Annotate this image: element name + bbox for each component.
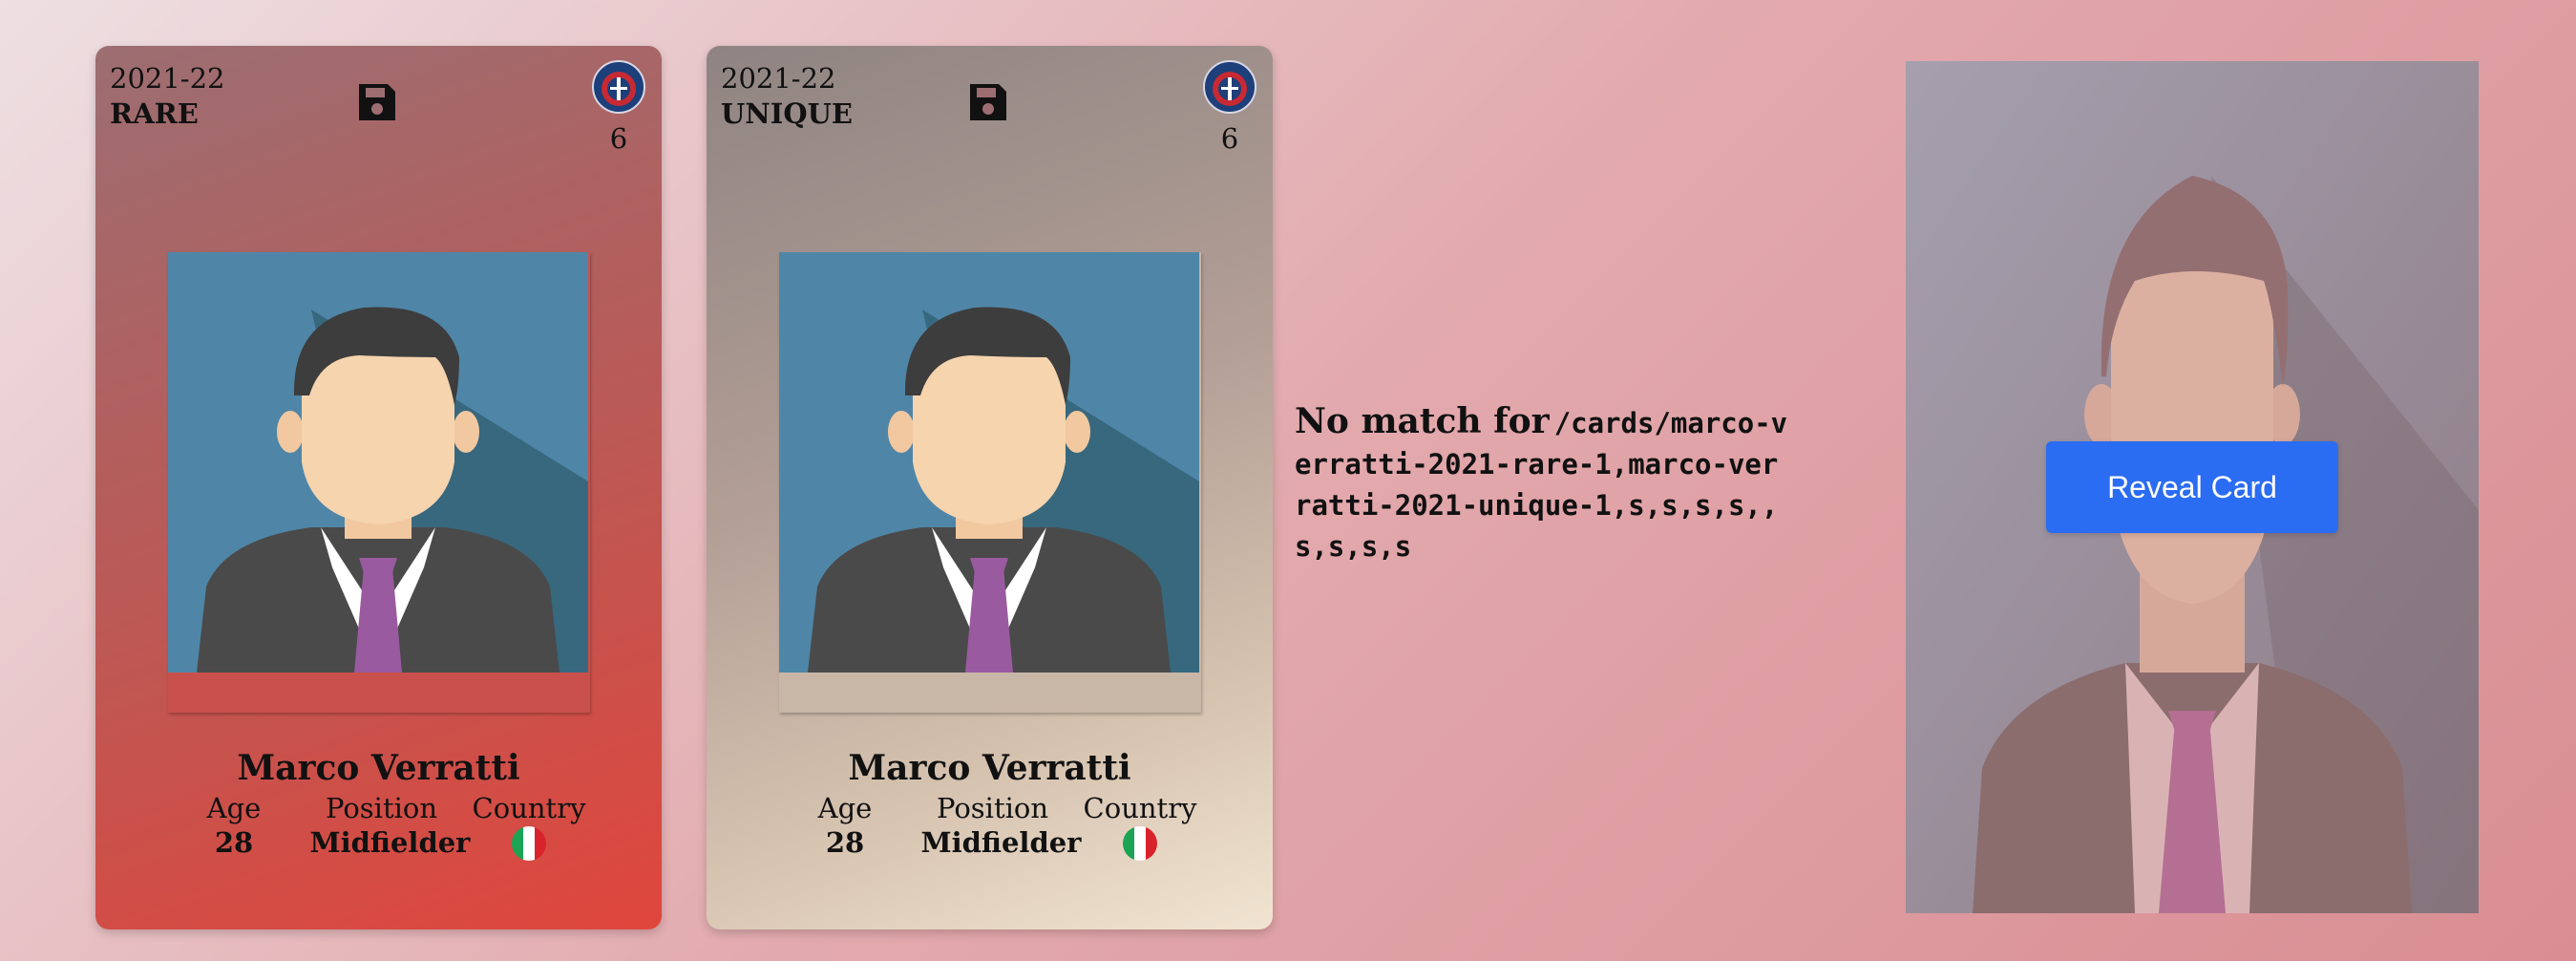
mystery-card[interactable]: Reveal Card: [1906, 61, 2479, 913]
stat-position: Position Midfielder: [920, 792, 1082, 867]
player-photo: [168, 252, 590, 713]
stat-age: Age 28: [773, 792, 917, 867]
stat-country: Country: [1068, 792, 1212, 867]
player-stats: Age 28 Position Midfielder Country: [162, 792, 601, 867]
card-number: 6: [609, 122, 628, 155]
card-number: 6: [1220, 122, 1239, 155]
floppy-disk-icon[interactable]: [966, 80, 1010, 124]
stat-age-label: Age: [817, 792, 873, 824]
player-photo: [779, 252, 1201, 713]
stat-position-value: Midfielder: [920, 826, 1082, 859]
stat-age-value: 28: [825, 826, 865, 859]
italy-flag-icon: [1123, 826, 1157, 861]
player-card-rare[interactable]: 2021-22 RARE 6 Marco Verratti Age 28 Pos…: [95, 46, 662, 929]
player-avatar-icon: [779, 252, 1199, 673]
player-card-unique[interactable]: 2021-22 UNIQUE 6 Marco Verratti Age 28 P…: [707, 46, 1273, 929]
player-avatar-icon: [168, 252, 588, 673]
card-rarity: UNIQUE: [721, 97, 854, 130]
stat-country-label: Country: [1083, 792, 1197, 824]
stat-position-label: Position: [325, 792, 438, 824]
stat-position-value: Midfielder: [309, 826, 471, 859]
card-season: 2021-22: [110, 62, 225, 95]
stat-age-value: 28: [214, 826, 254, 859]
no-match-lead: No match for: [1295, 401, 1550, 441]
player-name: Marco Verratti: [848, 748, 1131, 788]
stat-age: Age 28: [162, 792, 306, 867]
floppy-disk-icon[interactable]: [355, 80, 399, 124]
no-match-message: No match for /cards/marco-verratti-2021-…: [1295, 401, 1791, 567]
player-name: Marco Verratti: [237, 748, 520, 788]
stat-country-label: Country: [472, 792, 586, 824]
card-rarity: RARE: [110, 97, 199, 130]
player-stats: Age 28 Position Midfielder Country: [773, 792, 1212, 867]
stat-country: Country: [457, 792, 601, 867]
reveal-card-button[interactable]: Reveal Card: [2046, 441, 2338, 533]
stat-age-label: Age: [206, 792, 262, 824]
psg-crest-icon: [592, 60, 645, 114]
stat-position-label: Position: [936, 792, 1049, 824]
card-season: 2021-22: [721, 62, 836, 95]
card-header: 2021-22 RARE: [110, 61, 225, 132]
italy-flag-icon: [512, 826, 546, 861]
psg-crest-icon: [1203, 60, 1256, 114]
stat-position: Position Midfielder: [309, 792, 471, 867]
card-header: 2021-22 UNIQUE: [721, 61, 853, 132]
